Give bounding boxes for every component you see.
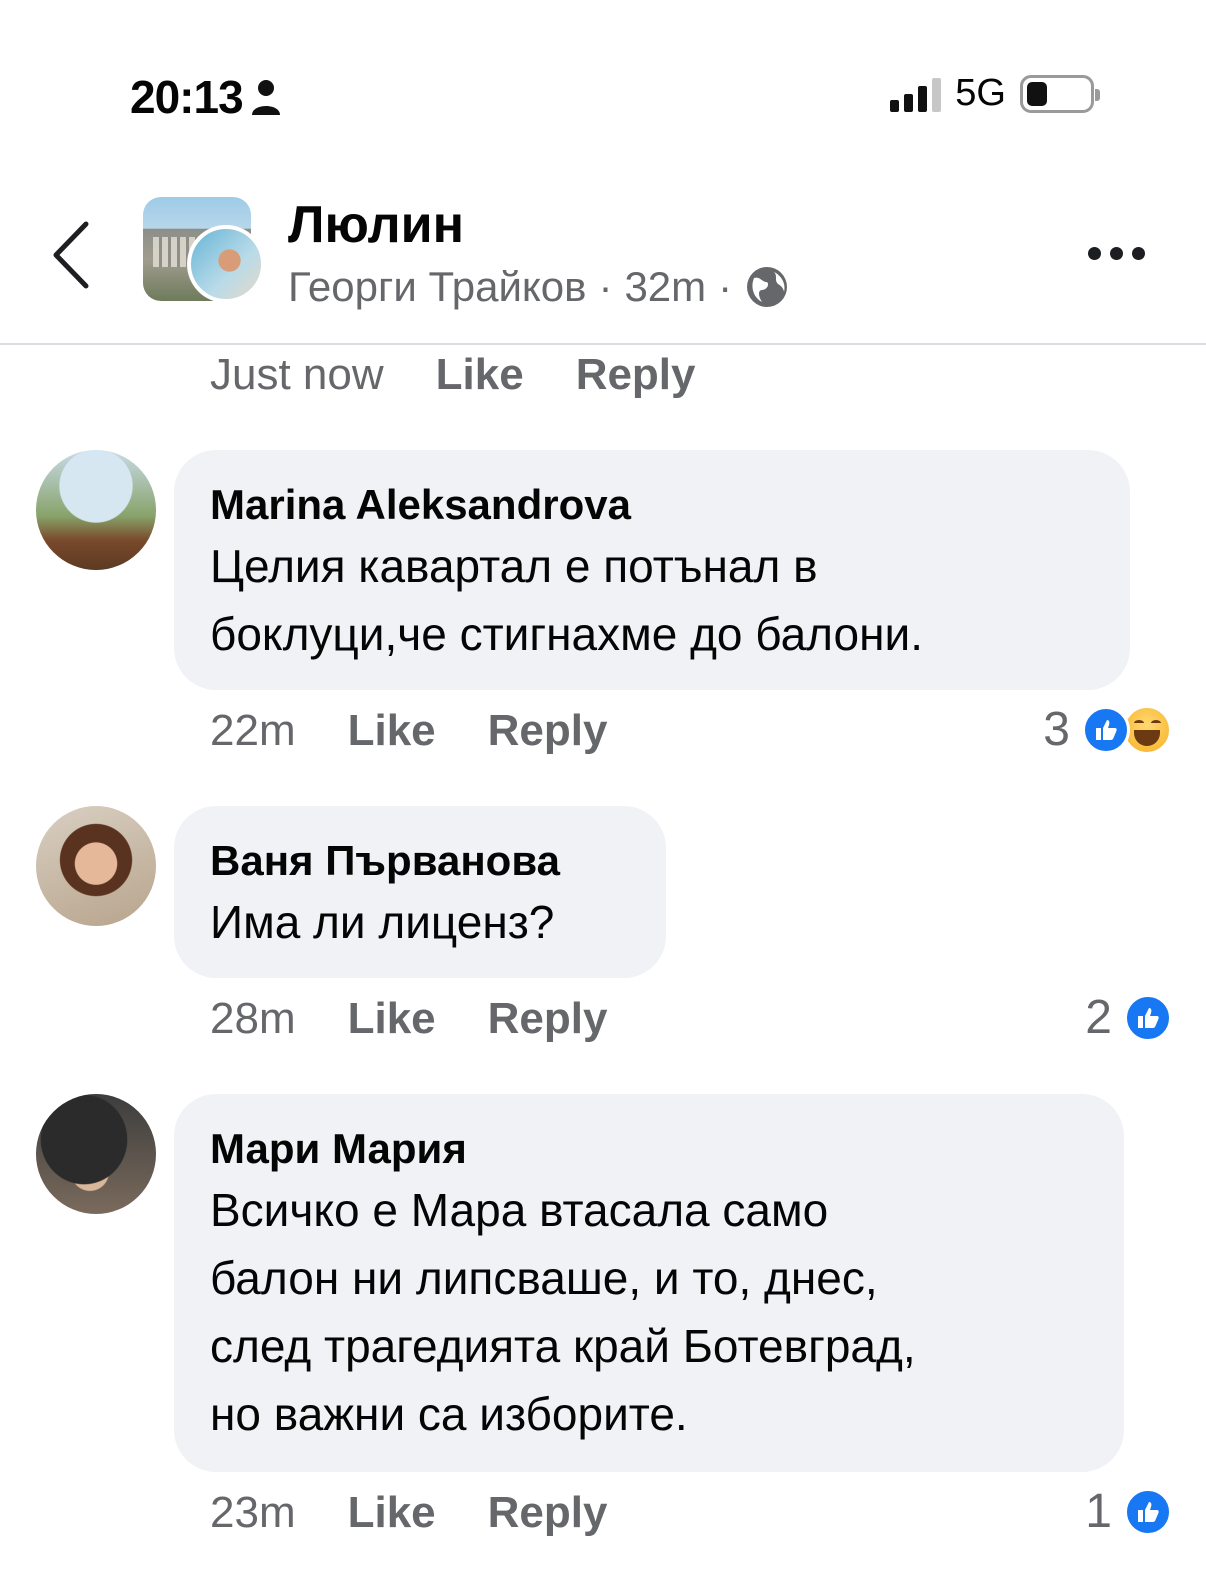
comment-text-line: след трагедията край Ботевград,	[210, 1320, 916, 1372]
comment-text-line: балон ни липсваше, и то, днес,	[210, 1252, 878, 1304]
comment-text-line: Целия кавартал е потънал в	[210, 540, 818, 592]
like-button[interactable]: Like	[436, 350, 524, 400]
comment-bubble: Ваня Първанова Има ли лиценз?	[174, 806, 666, 978]
commenter-name[interactable]: Marina Aleksandrova	[210, 478, 1094, 532]
separator-dot: ·	[598, 263, 613, 310]
comment-time: 22m	[210, 706, 296, 755]
author-avatar[interactable]	[187, 225, 265, 303]
commenter-name[interactable]: Ваня Първанова	[210, 834, 630, 888]
post-time[interactable]: 32m	[624, 263, 706, 311]
status-indicators: 5G	[890, 72, 1100, 115]
reaction-count: 2	[1085, 991, 1112, 1044]
comment-time: Just now	[210, 350, 384, 399]
battery-icon	[1020, 74, 1100, 113]
person-icon	[251, 80, 280, 115]
status-time: 20:13	[130, 70, 283, 124]
comment-actions: 23m Like Reply	[210, 1488, 659, 1538]
status-time-text: 20:13	[130, 71, 244, 123]
reaction-count: 1	[1085, 1485, 1112, 1538]
commenter-avatar[interactable]	[36, 1094, 156, 1214]
like-button[interactable]: Like	[348, 1488, 436, 1538]
reply-button[interactable]: Reply	[488, 994, 608, 1044]
signal-icon	[890, 76, 942, 112]
commenter-avatar[interactable]	[36, 806, 156, 926]
globe-icon	[747, 267, 788, 307]
comment-actions: 28m Like Reply	[210, 994, 659, 1044]
commenter-avatar[interactable]	[36, 450, 156, 570]
post-author[interactable]: Георги Трайков	[288, 263, 586, 311]
comment-text-line: боклуци,че стигнахме до балони.	[210, 608, 923, 660]
more-options-icon[interactable]	[1088, 245, 1148, 265]
group-name[interactable]: Люлин	[288, 195, 464, 255]
reaction-summary[interactable]: 3	[1043, 702, 1172, 757]
reply-button[interactable]: Reply	[576, 350, 696, 400]
commenter-name[interactable]: Мари Мария	[210, 1122, 1088, 1176]
post-subtitle: Георги Трайков · 32m ·	[288, 263, 790, 311]
comment-actions: 22m Like Reply	[210, 706, 659, 756]
like-button[interactable]: Like	[348, 994, 436, 1044]
like-reaction-icon	[1124, 993, 1172, 1042]
comment-bubble: Мари Мария Всичко е Мара втасала само ба…	[174, 1094, 1124, 1472]
like-reaction-icon	[1082, 705, 1130, 754]
comment-text-line: Всичко е Мара втасала само	[210, 1184, 829, 1236]
reply-button[interactable]: Reply	[488, 706, 608, 756]
network-type: 5G	[955, 72, 1006, 114]
comment-time: 28m	[210, 994, 296, 1043]
post-header: Люлин Георги Трайков · 32m ·	[0, 175, 1206, 345]
like-reaction-icon	[1124, 1487, 1172, 1536]
separator-dot: ·	[718, 263, 733, 310]
comment-text-line: но важни са изборите.	[210, 1388, 688, 1440]
comment-bubble: Marina Aleksandrova Целия кавартал е пот…	[174, 450, 1130, 690]
comment-text-line: Има ли лиценз?	[210, 896, 555, 948]
like-button[interactable]: Like	[348, 706, 436, 756]
reply-button[interactable]: Reply	[488, 1488, 608, 1538]
back-chevron-icon[interactable]	[48, 220, 92, 290]
reaction-count: 3	[1043, 703, 1070, 756]
reaction-summary[interactable]: 2	[1085, 990, 1172, 1045]
reaction-summary[interactable]: 1	[1085, 1484, 1172, 1539]
comment-time: 23m	[210, 1488, 296, 1537]
previous-comment-actions: Just now Like Reply	[210, 350, 748, 400]
